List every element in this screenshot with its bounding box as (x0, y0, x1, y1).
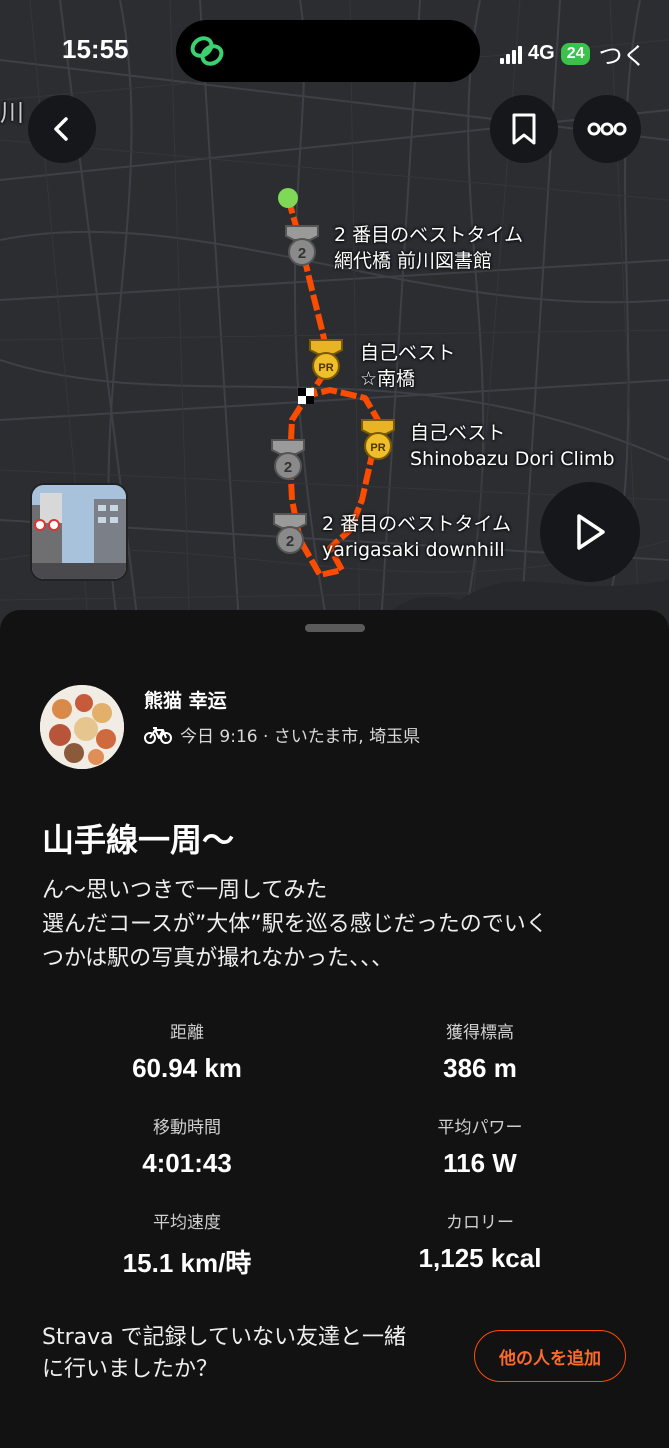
segment-badge-4[interactable]: 2 (268, 438, 308, 486)
activity-photo-thumbnail[interactable] (30, 483, 128, 581)
sheet-grabber[interactable] (305, 624, 365, 632)
stat-value: 4:01:43 (142, 1148, 232, 1178)
stat-label: 移動時間 (153, 1118, 221, 1138)
activity-description: ん〜思いつきで一周してみた 選んだコースが”大体”駅を巡る感じだったのでいく つ… (42, 874, 642, 976)
segment-badge-5[interactable]: 2 (270, 512, 310, 560)
prompt-line: に行いましたか？ (42, 1357, 219, 1382)
segment-name: ☆南橋 (360, 368, 416, 390)
bicycle-icon (144, 726, 172, 744)
battery-indicator: 24 (560, 42, 591, 65)
segment-name: yarigasaki downhill (322, 539, 505, 561)
street-photo-image (32, 485, 126, 579)
stat-value: 116 W (443, 1148, 517, 1178)
bookmark-icon (512, 113, 536, 145)
ellipsis-icon (587, 122, 627, 136)
link-icon (190, 36, 224, 66)
athlete-avatar[interactable] (40, 685, 124, 769)
segment-achievement: 自己ベスト (360, 342, 456, 364)
stat-label: 獲得標高 (446, 1023, 514, 1043)
add-others-button[interactable]: 他の人を追加 (474, 1330, 626, 1382)
activity-details-sheet[interactable]: 熊猫 幸运 今日 9:16 · さいたま市, 埼玉県 山手線一周〜 ん〜思いつき… (0, 610, 669, 1448)
carrier-text: つく (598, 43, 647, 70)
stat-value: 60.94 km (132, 1053, 242, 1083)
status-time: 15:55 (62, 34, 129, 64)
segment-badge-3[interactable]: PR (358, 418, 398, 466)
medal-rank: 2 (284, 459, 292, 476)
segment-achievement: 自己ベスト (410, 422, 506, 444)
add-friends-prompt: Strava で記録していない友達と一緒 に行いましたか？ (42, 1322, 406, 1386)
stat-label: 平均速度 (153, 1213, 221, 1233)
more-options-button[interactable] (573, 95, 641, 163)
stat-distance: 距離 60.94 km (37, 1018, 337, 1084)
signal-icon (500, 44, 522, 64)
activity-meta: 今日 9:16 · さいたま市, 埼玉県 (144, 722, 420, 747)
segment-badge-2[interactable]: PR (306, 338, 346, 386)
status-indicators: 4G 24 つく (500, 36, 646, 71)
medal-rank: PR (370, 442, 385, 454)
segment-badge-1[interactable]: 2 (282, 224, 322, 272)
bookmark-button[interactable] (490, 95, 558, 163)
segment-label-3: 自己ベスト Shinobazu Dori Climb (410, 420, 615, 472)
medal-icon: 2 (285, 225, 319, 266)
pr-medal-icon: PR (309, 339, 343, 380)
route-map[interactable]: 15:55 4G 24 つく 川 2 2 番目のベストタイム 網代橋 前川図書館… (0, 0, 669, 640)
back-button[interactable] (28, 95, 96, 163)
segment-achievement: 2 番目のベストタイム (322, 513, 512, 535)
stat-label: 平均パワー (437, 1118, 523, 1138)
map-place-label: 川 (0, 99, 24, 127)
chevron-left-icon (54, 117, 68, 141)
stat-calories: カロリー 1,125 kcal (330, 1208, 630, 1274)
stat-value: 1,125 kcal (418, 1243, 542, 1273)
pr-medal-icon: PR (361, 419, 395, 460)
activity-title: 山手線一周〜 (42, 821, 235, 859)
segment-name: 網代橋 前川図書館 (334, 250, 493, 272)
stat-value: 386 m (443, 1053, 517, 1083)
stat-avg-speed: 平均速度 15.1 km/時 (37, 1208, 337, 1280)
dynamic-island (176, 20, 480, 82)
segment-label-1: 2 番目のベストタイム 網代橋 前川図書館 (334, 222, 523, 274)
play-flyover-button[interactable] (540, 482, 640, 582)
athlete-name[interactable]: 熊猫 幸运 (144, 686, 227, 713)
stat-value: 15.1 km/時 (122, 1248, 252, 1278)
segment-label-5: 2 番目のベストタイム yarigasaki downhill (322, 511, 511, 563)
avatar-image (40, 685, 124, 769)
segment-name: Shinobazu Dori Climb (410, 448, 615, 470)
medal-rank: PR (318, 362, 333, 374)
stat-label: 距離 (170, 1023, 204, 1043)
segment-label-2: 自己ベスト ☆南橋 (360, 340, 455, 392)
stat-label: カロリー (446, 1213, 514, 1233)
medal-icon: 2 (271, 439, 305, 480)
stat-avg-power: 平均パワー 116 W (330, 1113, 630, 1179)
medal-rank: 2 (298, 245, 306, 262)
medal-rank: 2 (286, 533, 294, 550)
segment-achievement: 2 番目のベストタイム (334, 224, 524, 246)
description-line: ん〜思いつきで一周してみた (42, 878, 328, 903)
description-line: 選んだコースが”大体”駅を巡る感じだったのでいく (42, 912, 548, 937)
medal-icon: 2 (273, 513, 307, 554)
network-type: 4G (528, 42, 555, 64)
activity-date-location: 今日 9:16 · さいたま市, 埼玉県 (180, 727, 421, 747)
stat-elevation: 獲得標高 386 m (330, 1018, 630, 1084)
stat-moving-time: 移動時間 4:01:43 (37, 1113, 337, 1179)
description-line: つかは駅の写真が撮れなかった、、、 (42, 946, 394, 971)
prompt-line: Strava で記録していない友達と一緒 (42, 1325, 406, 1350)
play-icon (577, 514, 605, 550)
